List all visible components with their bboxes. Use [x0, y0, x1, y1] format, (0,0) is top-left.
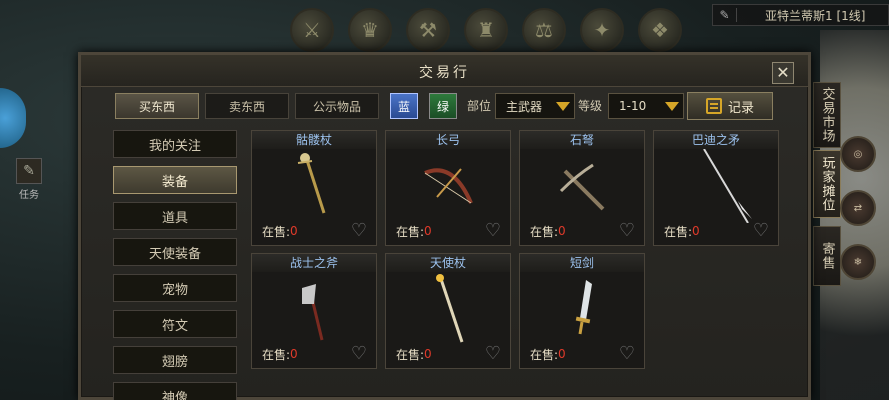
item-name: 天使杖 [386, 254, 510, 272]
category-equipment[interactable]: 装备 [113, 166, 237, 194]
chevron-down-icon [556, 102, 570, 111]
chevron-down-icon [665, 102, 679, 111]
on-sale-count: 0 [424, 347, 432, 361]
tab-public-items[interactable]: 公示物品 [295, 93, 379, 119]
quality-blue-button[interactable]: 蓝 [390, 93, 418, 119]
side-tab-player-stalls[interactable]: 玩家摊位 [813, 150, 841, 218]
heart-icon[interactable]: ♡ [750, 221, 772, 241]
skill-icon-2[interactable]: ♛ [348, 8, 392, 52]
swap-icon[interactable]: ⇄ [840, 190, 876, 226]
ice-skill-icon[interactable]: ❄ [840, 244, 876, 280]
quest-icon: ✎ [16, 158, 42, 184]
item-card[interactable]: 骷髅杖 在售: 0 ♡ [251, 130, 377, 246]
edit-icon[interactable]: ✎ [713, 8, 737, 22]
on-sale-label: 在售: [262, 224, 291, 239]
item-name: 石弩 [520, 131, 644, 149]
on-sale-label: 在售: [530, 224, 559, 239]
record-label: 记录 [727, 100, 754, 116]
item-card[interactable]: 短剑 在售: 0 ♡ [519, 253, 645, 369]
trading-house-panel: 交易行 ✕ 买东西 卖东西 公示物品 蓝 绿 部位 主武器 等级 1-10 记录… [78, 52, 811, 400]
on-sale-label: 在售: [396, 347, 425, 362]
slot-dropdown[interactable]: 主武器 [495, 93, 575, 119]
item-name: 骷髅杖 [252, 131, 376, 149]
skill-icon-1[interactable]: ⚔ [290, 8, 334, 52]
skill-icon-5[interactable]: ⚖ [522, 8, 566, 52]
slot-label: 部位 [467, 99, 492, 113]
item-name: 短剑 [520, 254, 644, 272]
top-skill-bar: ⚔ ♛ ⚒ ♜ ⚖ ✦ ❖ [290, 8, 682, 52]
skill-icon-3[interactable]: ⚒ [406, 8, 450, 52]
heart-icon[interactable]: ♡ [348, 221, 370, 241]
on-sale-count: 0 [290, 224, 298, 238]
skill-icon-4[interactable]: ♜ [464, 8, 508, 52]
item-name: 战士之斧 [252, 254, 376, 272]
location-bar: ✎ 亚特兰蒂斯1 [1线] [712, 4, 889, 26]
close-button[interactable]: ✕ [772, 62, 794, 84]
on-sale-label: 在售: [664, 224, 693, 239]
panel-title-bar: 交易行 ✕ [81, 55, 808, 87]
item-grid: 骷髅杖 在售: 0 ♡ 长弓 在售: 0 ♡ 石弩 在售: 0 ♡ 巴迪之矛 在… [251, 130, 779, 369]
category-angel-equipment[interactable]: 天使装备 [113, 238, 237, 266]
item-card[interactable]: 战士之斧 在售: 0 ♡ [251, 253, 377, 369]
record-button[interactable]: 记录 [687, 92, 773, 120]
side-tab-consign[interactable]: 寄售 [813, 226, 841, 286]
category-list: 我的关注 装备 道具 天使装备 宠物 符文 翅膀 神像 [113, 130, 237, 400]
on-sale-count: 0 [558, 224, 566, 238]
record-icon [705, 98, 722, 114]
skill-icon-7[interactable]: ❖ [638, 8, 682, 52]
short-sword-icon [520, 272, 644, 346]
slot-value: 主武器 [506, 99, 543, 114]
angel-staff-icon [386, 272, 510, 346]
category-statues[interactable]: 神像 [113, 382, 237, 400]
category-runes[interactable]: 符文 [113, 310, 237, 338]
level-label: 等级 [578, 99, 603, 113]
category-following[interactable]: 我的关注 [113, 130, 237, 158]
on-sale-count: 0 [558, 347, 566, 361]
category-props[interactable]: 道具 [113, 202, 237, 230]
spear-icon [654, 149, 778, 223]
heart-icon[interactable]: ♡ [482, 221, 504, 241]
tab-sell[interactable]: 卖东西 [205, 93, 289, 119]
on-sale-label: 在售: [262, 347, 291, 362]
item-card[interactable]: 巴迪之矛 在售: 0 ♡ [653, 130, 779, 246]
category-wings[interactable]: 翅膀 [113, 346, 237, 374]
skill-icon-6[interactable]: ✦ [580, 8, 624, 52]
round-action-icon[interactable]: ◎ [840, 136, 876, 172]
heart-icon[interactable]: ♡ [616, 221, 638, 241]
level-dropdown[interactable]: 1-10 [608, 93, 684, 119]
item-card[interactable]: 天使杖 在售: 0 ♡ [385, 253, 511, 369]
location-text: 亚特兰蒂斯1 [1线] [765, 8, 866, 23]
trade-mode-tabs: 买东西 卖东西 公示物品 [115, 93, 379, 119]
category-pets[interactable]: 宠物 [113, 274, 237, 302]
on-sale-label: 在售: [530, 347, 559, 362]
skull-staff-icon [252, 149, 376, 223]
on-sale-count: 0 [290, 347, 298, 361]
item-card[interactable]: 石弩 在售: 0 ♡ [519, 130, 645, 246]
tab-buy[interactable]: 买东西 [115, 93, 199, 119]
on-sale-label: 在售: [396, 224, 425, 239]
item-name: 巴迪之矛 [654, 131, 778, 149]
level-value: 1-10 [619, 99, 647, 113]
item-name: 长弓 [386, 131, 510, 149]
crossbow-icon [520, 149, 644, 223]
on-sale-count: 0 [424, 224, 432, 238]
panel-title: 交易行 [419, 65, 470, 81]
heart-icon[interactable]: ♡ [616, 344, 638, 364]
heart-icon[interactable]: ♡ [482, 344, 504, 364]
item-card[interactable]: 长弓 在售: 0 ♡ [385, 130, 511, 246]
quest-label: 任务 [19, 190, 39, 201]
on-sale-count: 0 [692, 224, 700, 238]
longbow-icon [386, 149, 510, 223]
quality-green-button[interactable]: 绿 [429, 93, 457, 119]
axe-icon [252, 272, 376, 346]
quest-button[interactable]: ✎ 任务 [12, 158, 46, 204]
side-tab-market[interactable]: 交易市场 [813, 82, 841, 148]
heart-icon[interactable]: ♡ [348, 344, 370, 364]
